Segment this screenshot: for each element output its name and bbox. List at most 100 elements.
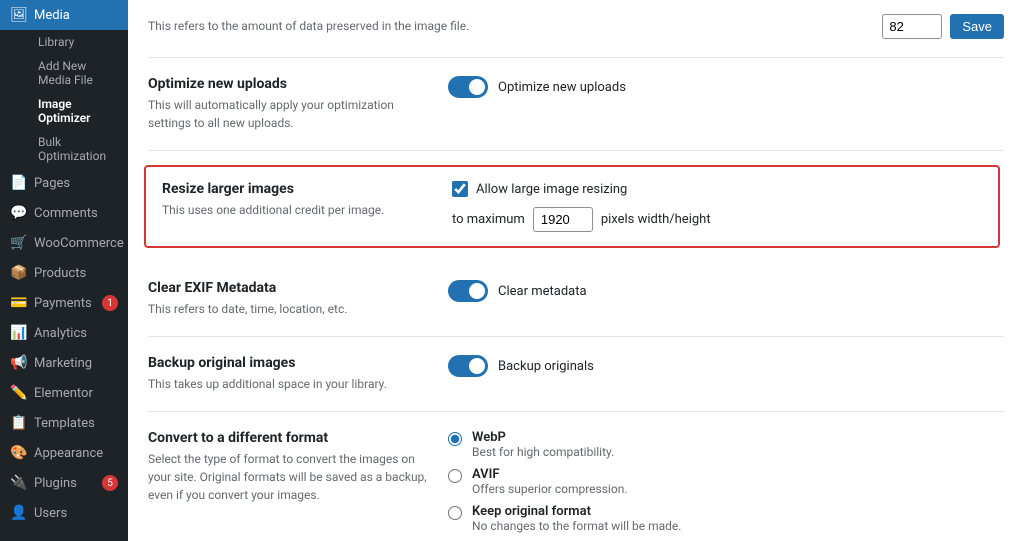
sidebar-item-elementor[interactable]: ✏️ Elementor — [0, 378, 128, 408]
avif-radio[interactable] — [448, 469, 462, 483]
original-text: Keep original format No changes to the f… — [472, 504, 681, 533]
sidebar-item-plugins[interactable]: 🔌 Plugins 5 — [0, 468, 128, 498]
sidebar-item-label: Products — [34, 266, 86, 281]
optimize-title: Optimize new uploads — [148, 76, 428, 92]
top-desc-area: This refers to the amount of data preser… — [148, 19, 882, 34]
sidebar-item-image-optimizer[interactable]: Image Optimizer — [28, 92, 128, 130]
format-radio-group: WebP Best for high compatibility. AVIF O… — [448, 430, 681, 533]
sidebar-item-label: Appearance — [34, 446, 103, 461]
format-title: Convert to a different format — [148, 430, 428, 446]
resize-section-wrapper: Resize larger images This uses one addit… — [148, 151, 1004, 262]
optimize-toggle-slider — [448, 76, 488, 98]
format-left: Convert to a different format Select the… — [148, 430, 428, 504]
original-option: Keep original format No changes to the f… — [448, 504, 681, 533]
payments-badge: 1 — [102, 295, 118, 311]
main-content: This refers to the amount of data preser… — [128, 0, 1024, 541]
backup-toggle[interactable] — [448, 355, 488, 377]
sidebar-item-bulk-optimization[interactable]: Bulk Optimization — [28, 130, 128, 168]
sidebar-item-users[interactable]: 👤 Users — [0, 498, 128, 528]
image-optimizer-label: Image Optimizer — [38, 97, 118, 125]
media-icon: 🖼 — [10, 7, 28, 23]
top-controls: Save — [882, 14, 1004, 39]
optimize-toggle[interactable] — [448, 76, 488, 98]
sidebar-item-label: Comments — [34, 206, 98, 221]
products-icon: 📦 — [10, 265, 28, 281]
original-radio[interactable] — [448, 506, 462, 520]
sidebar-item-payments[interactable]: 💳 Payments 1 — [0, 288, 128, 318]
backup-desc: This takes up additional space in your l… — [148, 375, 428, 393]
add-new-label: Add New Media File — [38, 59, 118, 87]
sidebar-item-analytics[interactable]: 📊 Analytics — [0, 318, 128, 348]
media-submenu: Library Add New Media File Image Optimiz… — [0, 30, 128, 168]
exif-section: Clear EXIF Metadata This refers to date,… — [148, 262, 1004, 337]
sidebar-item-woocommerce[interactable]: 🛒 WooCommerce — [0, 228, 128, 258]
sidebar-item-label: Pages — [34, 176, 70, 191]
sidebar-item-templates[interactable]: 📋 Templates — [0, 408, 128, 438]
pages-icon: 📄 — [10, 175, 28, 191]
avif-option: AVIF Offers superior compression. — [448, 467, 681, 496]
pixel-input[interactable] — [533, 207, 593, 232]
bulk-optimization-label: Bulk Optimization — [38, 135, 118, 163]
sidebar-item-label: Media — [34, 8, 70, 23]
backup-toggle-slider — [448, 355, 488, 377]
analytics-icon: 📊 — [10, 325, 28, 341]
optimize-toggle-label: Optimize new uploads — [498, 80, 626, 95]
sidebar-item-appearance[interactable]: 🎨 Appearance — [0, 438, 128, 468]
resize-box-inner: Resize larger images This uses one addit… — [162, 181, 982, 232]
sidebar-item-label: Payments — [34, 296, 92, 311]
save-button[interactable]: Save — [950, 14, 1004, 39]
top-description: This refers to the amount of data preser… — [148, 19, 469, 33]
sidebar-item-label: WooCommerce — [34, 236, 124, 251]
exif-desc: This refers to date, time, location, etc… — [148, 300, 428, 318]
plugins-badge: 5 — [102, 475, 118, 491]
templates-icon: 📋 — [10, 415, 28, 431]
avif-text: AVIF Offers superior compression. — [472, 467, 627, 496]
sidebar: 🖼 Media Library Add New Media File Image… — [0, 0, 128, 541]
sidebar-item-comments[interactable]: 💬 Comments — [0, 198, 128, 228]
sidebar-item-media[interactable]: 🖼 Media — [0, 0, 128, 30]
sidebar-item-library[interactable]: Library — [28, 30, 128, 54]
pixel-suffix: pixels width/height — [601, 212, 711, 227]
resize-checkbox-row: Allow large image resizing — [452, 181, 982, 197]
optimize-uploads-section: Optimize new uploads This will automatic… — [148, 58, 1004, 151]
payments-icon: 💳 — [10, 295, 28, 311]
backup-section: Backup original images This takes up add… — [148, 337, 1004, 412]
resize-checkbox-label: Allow large image resizing — [476, 182, 627, 197]
sidebar-item-label: Marketing — [34, 356, 92, 371]
resize-desc: This uses one additional credit per imag… — [162, 201, 432, 219]
top-section: This refers to the amount of data preser… — [148, 0, 1004, 58]
sidebar-item-products[interactable]: 📦 Products — [0, 258, 128, 288]
exif-right: Clear metadata — [448, 280, 1004, 302]
pixel-prefix: to maximum — [452, 212, 525, 227]
pixel-row: to maximum pixels width/height — [452, 207, 982, 232]
exif-title: Clear EXIF Metadata — [148, 280, 428, 296]
marketing-icon: 📢 — [10, 355, 28, 371]
appearance-icon: 🎨 — [10, 445, 28, 461]
sidebar-item-add-new[interactable]: Add New Media File — [28, 54, 128, 92]
sidebar-item-label: Analytics — [34, 326, 87, 341]
original-sub: No changes to the format will be made. — [472, 519, 681, 533]
resize-left: Resize larger images This uses one addit… — [162, 181, 432, 219]
sidebar-item-label: Templates — [34, 416, 95, 431]
backup-toggle-label: Backup originals — [498, 359, 594, 374]
optimize-left: Optimize new uploads This will automatic… — [148, 76, 428, 132]
sidebar-item-label: Elementor — [34, 386, 93, 401]
original-title: Keep original format — [472, 504, 681, 519]
exif-toggle[interactable] — [448, 280, 488, 302]
plugins-icon: 🔌 — [10, 475, 28, 491]
avif-title: AVIF — [472, 467, 627, 482]
webp-option: WebP Best for high compatibility. — [448, 430, 681, 459]
webp-radio[interactable] — [448, 432, 462, 446]
exif-toggle-label: Clear metadata — [498, 284, 587, 299]
sidebar-item-label: Users — [34, 506, 67, 521]
sidebar-item-pages[interactable]: 📄 Pages — [0, 168, 128, 198]
comments-icon: 💬 — [10, 205, 28, 221]
resize-checkbox[interactable] — [452, 181, 468, 197]
exif-toggle-slider — [448, 280, 488, 302]
format-right: WebP Best for high compatibility. AVIF O… — [448, 430, 1004, 533]
format-section: Convert to a different format Select the… — [148, 412, 1004, 541]
library-label: Library — [38, 35, 74, 49]
quality-input[interactable] — [882, 14, 942, 39]
sidebar-item-marketing[interactable]: 📢 Marketing — [0, 348, 128, 378]
users-icon: 👤 — [10, 505, 28, 521]
